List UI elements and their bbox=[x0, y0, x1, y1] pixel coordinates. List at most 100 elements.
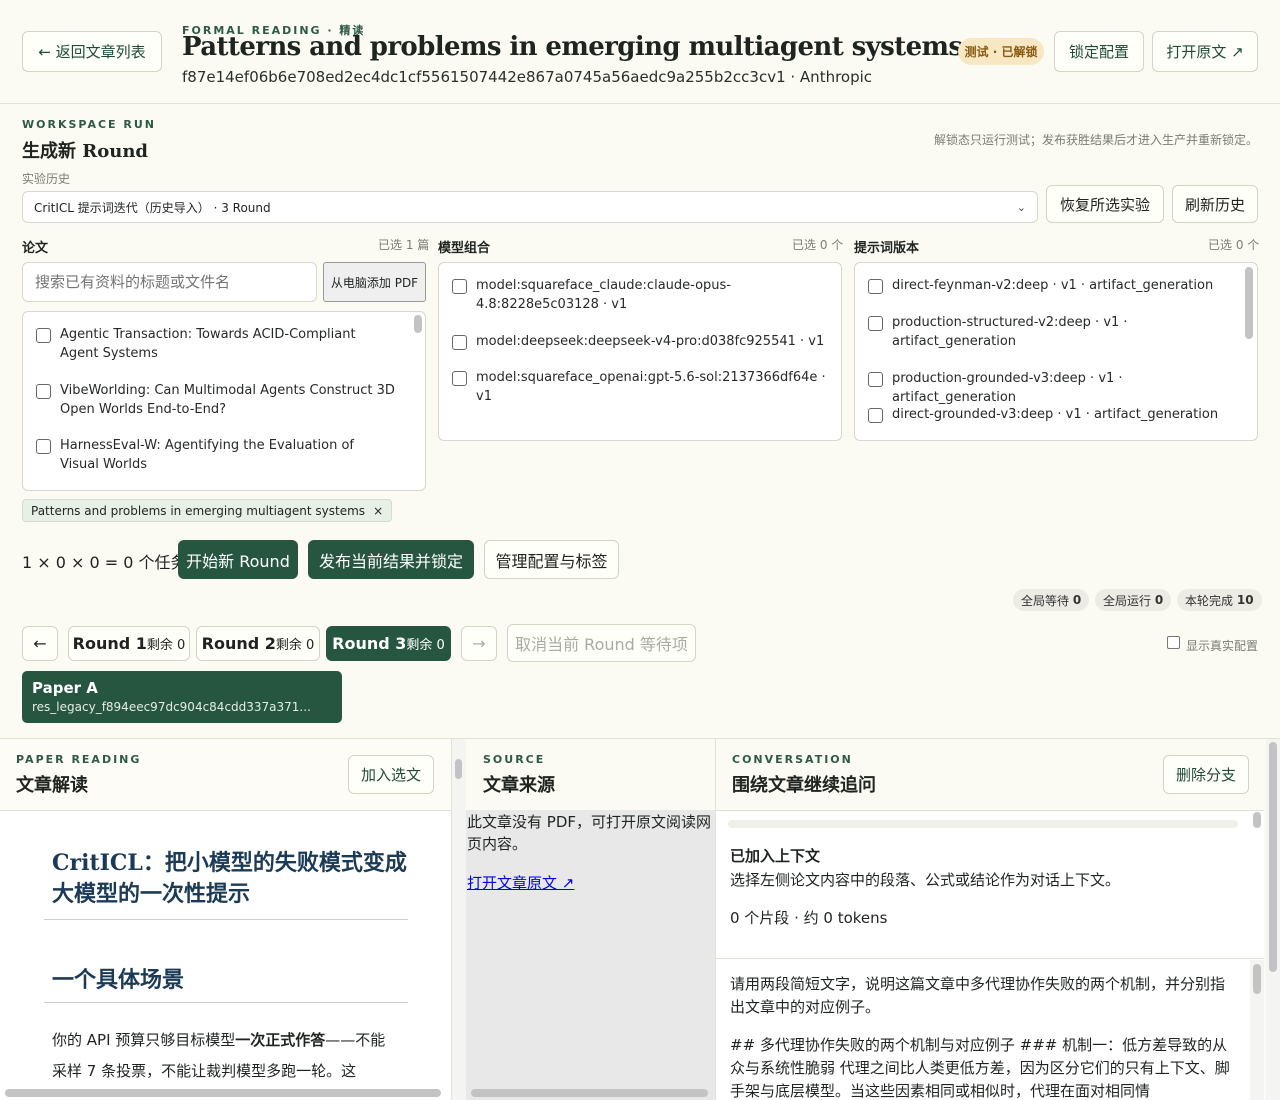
model-item-label: model:squareface_openai:gpt-5.6-sol:2137… bbox=[476, 370, 826, 404]
source-open-link[interactable]: 打开文章原文 ↗ bbox=[467, 872, 574, 893]
models-list[interactable]: model:squareface_claude:claude-opus-4.8:… bbox=[438, 262, 842, 441]
page-title: Patterns and problems in emerging multia… bbox=[182, 32, 963, 62]
papers-count: 已选 1 篇 bbox=[378, 238, 430, 252]
selected-paper-chip-label: Patterns and problems in emerging multia… bbox=[31, 503, 366, 518]
paper-checkbox[interactable] bbox=[36, 328, 51, 343]
global-wait-value: 0 bbox=[1072, 593, 1082, 607]
h1-underline bbox=[44, 919, 408, 920]
lock-config-button[interactable]: 锁定配置 bbox=[1054, 31, 1144, 72]
task-formula: 1 × 0 × 0 = 0 个任务 bbox=[22, 553, 187, 572]
model-item-label: model:deepseek:deepseek-v4-pro:d038fc925… bbox=[476, 334, 825, 349]
prompts-count: 已选 0 个 bbox=[1208, 238, 1260, 252]
page-scrollbar[interactable] bbox=[1269, 742, 1277, 972]
reading-heading-1: CritICL：把小模型的失败模式变成大模型的一次性提示 bbox=[52, 850, 407, 907]
reading-title: 文章解读 bbox=[16, 775, 88, 796]
status-badge: 测试 · 已解锁 bbox=[958, 38, 1044, 65]
manage-config-button[interactable]: 管理配置与标签 bbox=[484, 540, 619, 579]
round-tab-remain: 剩余 0 bbox=[406, 638, 445, 653]
models-count: 已选 0 个 bbox=[792, 238, 844, 252]
reading-eyebrow: PAPER READING bbox=[16, 753, 142, 766]
workspace-eyebrow: WORKSPACE RUN bbox=[22, 118, 156, 131]
model-checkbox[interactable] bbox=[452, 371, 467, 386]
prompt-item-label: production-structured-v2:deep · v1 · art… bbox=[892, 315, 1128, 349]
page-subtitle: f87e14ef06b6e708ed2ec4dc1cf5561507442e86… bbox=[182, 68, 873, 86]
prompt-item-label: direct-feynman-v2:deep · v1 · artifact_g… bbox=[892, 278, 1214, 293]
round-next-button[interactable]: → bbox=[461, 626, 497, 661]
prompt-checkbox[interactable] bbox=[868, 316, 883, 331]
context-divider bbox=[716, 958, 1264, 959]
round-tab-name: Round 1 bbox=[72, 634, 147, 653]
history-select-value: CritICL 提示词迭代（历史导入） · 3 Round bbox=[34, 200, 271, 215]
context-stats: 0 个片段 · 约 0 tokens bbox=[730, 909, 888, 927]
prompt-checkbox[interactable] bbox=[868, 279, 883, 294]
prompts-label: 提示词版本 bbox=[854, 241, 920, 256]
publish-lock-button[interactable]: 发布当前结果并锁定 bbox=[308, 540, 474, 579]
header-divider bbox=[0, 103, 1280, 104]
history-select[interactable]: CritICL 提示词迭代（历史导入） · 3 Round ⌄ bbox=[22, 191, 1038, 223]
workspace-title: 生成新 Round bbox=[22, 141, 148, 162]
selected-paper-chip[interactable]: Patterns and problems in emerging multia… bbox=[22, 499, 393, 522]
source-eyebrow: SOURCE bbox=[483, 753, 546, 766]
paper-search-input[interactable] bbox=[22, 262, 317, 302]
prompt-checkbox[interactable] bbox=[868, 408, 883, 423]
global-run-label: 全局运行 bbox=[1103, 593, 1152, 608]
close-icon[interactable]: × bbox=[373, 504, 383, 518]
chevron-down-icon: ⌄ bbox=[1016, 200, 1026, 214]
start-round-button[interactable]: 开始新 Round bbox=[178, 540, 298, 579]
papers-scrollbar[interactable] bbox=[414, 315, 422, 333]
model-checkbox[interactable] bbox=[452, 335, 467, 350]
round-tab-name: Round 3 bbox=[332, 634, 407, 653]
global-wait-stat: 全局等待 0 bbox=[1013, 589, 1090, 611]
splitter-thumb[interactable] bbox=[455, 759, 462, 779]
refresh-history-button[interactable]: 刷新历史 bbox=[1172, 185, 1258, 223]
context-scrollbar[interactable] bbox=[1253, 812, 1261, 828]
round-tab-2[interactable]: Round 2 剩余 0 bbox=[196, 626, 320, 661]
source-hscroll[interactable] bbox=[471, 1089, 708, 1097]
context-title: 已加入上下文 bbox=[730, 847, 821, 865]
message-user: 请用两段简短文字，说明这篇文章中多代理协作失败的两个机制，并分别指出文章中的对应… bbox=[730, 975, 1226, 1016]
paper-checkbox[interactable] bbox=[36, 439, 51, 454]
round-tab-name: Round 2 bbox=[201, 634, 276, 653]
paragraph-text: 你的 API 预算只够目标模型 bbox=[52, 1031, 236, 1049]
round-done-label: 本轮完成 bbox=[1185, 593, 1234, 608]
prompts-scrollbar[interactable] bbox=[1245, 267, 1253, 339]
paragraph-bold: 一次正式作答 bbox=[235, 1031, 326, 1049]
add-selection-button[interactable]: 加入选文 bbox=[348, 755, 434, 794]
show-real-config-checkbox[interactable] bbox=[1167, 636, 1180, 649]
models-label: 模型组合 bbox=[438, 241, 491, 256]
open-original-button[interactable]: 打开原文 ↗ bbox=[1152, 31, 1258, 72]
delete-branch-button[interactable]: 删除分支 bbox=[1163, 755, 1249, 794]
history-label: 实验历史 bbox=[22, 172, 71, 186]
add-pdf-button[interactable]: 从电脑添加 PDF bbox=[323, 262, 426, 302]
round-prev-button[interactable]: ← bbox=[22, 626, 58, 661]
conversation-scrollbar[interactable] bbox=[1253, 964, 1261, 994]
prompts-list[interactable]: direct-feynman-v2:deep · v1 · artifact_g… bbox=[854, 262, 1258, 441]
paper-item-label: Agentic Transaction: Towards ACID-Compli… bbox=[60, 327, 356, 361]
restore-experiment-button[interactable]: 恢复所选实验 bbox=[1046, 185, 1164, 223]
round-tab-remain: 剩余 0 bbox=[146, 638, 186, 653]
model-checkbox[interactable] bbox=[452, 279, 467, 294]
prompt-item-label: production-grounded-v3:deep · v1 · artif… bbox=[892, 371, 1123, 405]
model-item-label: model:squareface_claude:claude-opus-4.8:… bbox=[476, 278, 731, 312]
paper-card[interactable]: Paper A res_legacy_f894eec97dc904c84cdd3… bbox=[22, 671, 342, 723]
cancel-round-button[interactable]: 取消当前 Round 等待项 bbox=[507, 624, 696, 662]
back-to-list-button[interactable]: ← 返回文章列表 bbox=[22, 31, 162, 72]
paper-card-title: Paper A bbox=[32, 679, 98, 697]
papers-label: 论文 bbox=[22, 241, 49, 256]
prompt-checkbox[interactable] bbox=[868, 372, 883, 387]
papers-list[interactable]: Agentic Transaction: Towards ACID-Compli… bbox=[22, 311, 426, 491]
workspace-note: 解锁态只运行测试；发布获胜结果后才进入生产并重新锁定。 bbox=[933, 133, 1258, 147]
round-tab-1[interactable]: Round 1 剩余 0 bbox=[68, 626, 190, 661]
reading-heading-2: 一个具体场景 bbox=[52, 967, 185, 993]
paper-checkbox[interactable] bbox=[36, 384, 51, 399]
show-real-config-label: 显示真实配置 bbox=[1186, 639, 1259, 653]
round-tab-remain: 剩余 0 bbox=[275, 638, 315, 653]
source-title: 文章来源 bbox=[483, 775, 555, 796]
panel-splitter[interactable] bbox=[451, 739, 466, 1100]
global-run-stat: 全局运行 0 bbox=[1095, 589, 1172, 611]
context-top-strip bbox=[728, 820, 1238, 828]
round-tab-3[interactable]: Round 3 剩余 0 bbox=[326, 626, 451, 661]
reading-hscroll[interactable] bbox=[5, 1089, 441, 1097]
prompt-item-label: direct-grounded-v3:deep · v1 · artifact_… bbox=[892, 407, 1219, 422]
paper-item-label: VibeWorlding: Can Multimodal Agents Cons… bbox=[60, 383, 395, 417]
